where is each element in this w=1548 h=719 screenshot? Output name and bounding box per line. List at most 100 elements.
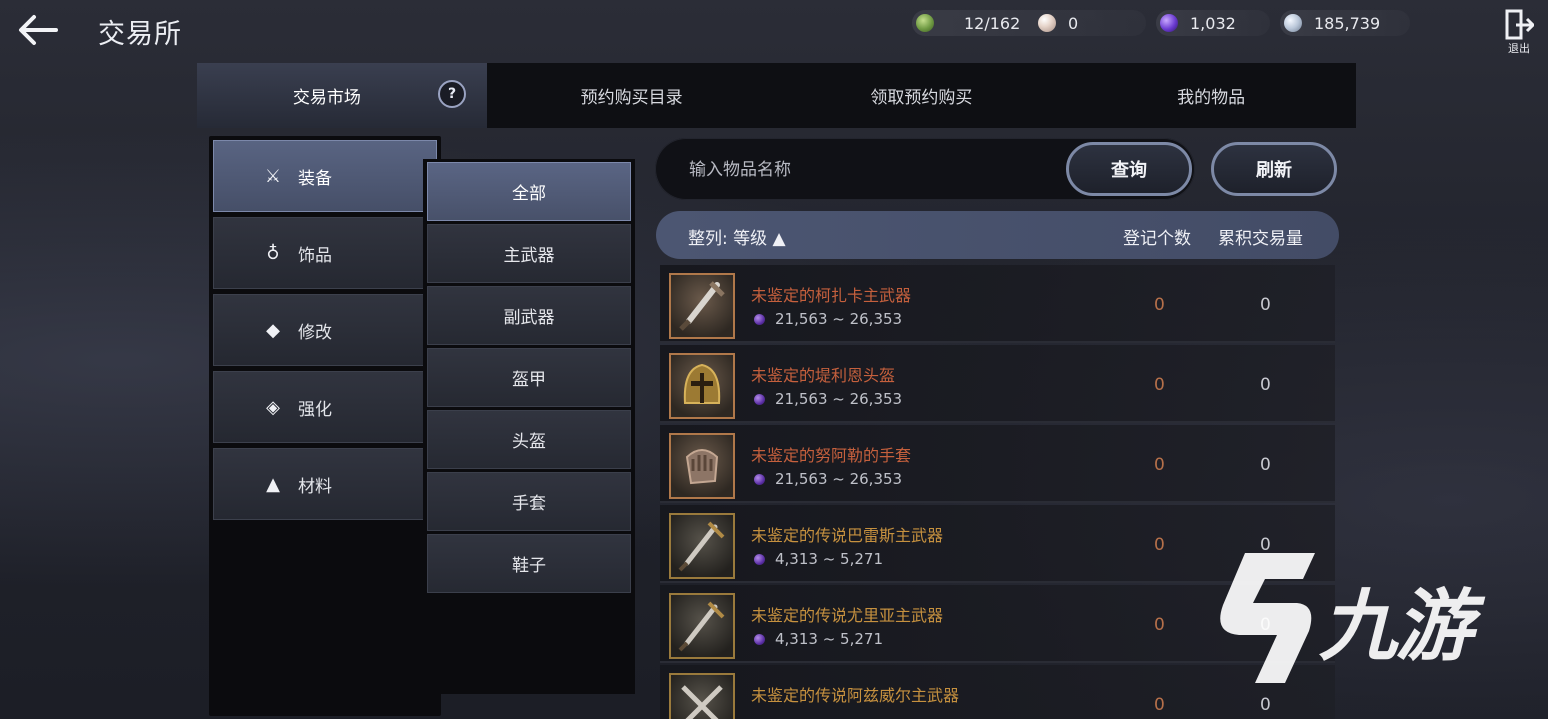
arrow-left-icon: [19, 15, 58, 45]
subcategory-helmet[interactable]: 头盔: [427, 410, 631, 469]
subcategory-sub-weapon[interactable]: 副武器: [427, 286, 631, 345]
category-label: 饰品: [298, 245, 332, 266]
purple-crystal-value: 1,032: [1190, 13, 1236, 33]
price-text: 4,313 ~ 5,271: [775, 630, 883, 648]
green-bag-icon: [916, 14, 934, 32]
price-text: 4,313 ~ 5,271: [775, 550, 883, 568]
subcategory-armor[interactable]: 盔甲: [427, 348, 631, 407]
subcategory-all[interactable]: 全部: [427, 162, 631, 221]
item-name: 未鉴定的传说巴雷斯主武器: [751, 526, 944, 545]
help-icon[interactable]: ?: [438, 80, 466, 108]
category-label: 装备: [298, 168, 332, 189]
dagger-icon: [669, 273, 735, 339]
category-label: 材料: [298, 476, 332, 497]
item-name: 未鉴定的努阿勒的手套: [751, 446, 912, 465]
refresh-button[interactable]: 刷新: [1211, 142, 1337, 196]
subcategory-shoes[interactable]: 鞋子: [427, 534, 631, 593]
registered-count: 0: [1154, 455, 1165, 475]
item-list: 未鉴定的柯扎卡主武器 21,563 ~ 26,353 0 0 未鉴定的堤利恩头盔…: [660, 265, 1335, 719]
trade-volume: 0: [1260, 375, 1271, 395]
tab-my-items[interactable]: 我的物品: [1066, 63, 1356, 128]
search-input[interactable]: [687, 154, 1051, 186]
pearl-counter[interactable]: 0: [1034, 10, 1146, 36]
purple-crystal-icon: [754, 633, 765, 645]
crossed-blades-icon: [669, 673, 735, 719]
pearl-icon: [1038, 14, 1056, 32]
item-name: 未鉴定的传说阿兹威尔主武器: [751, 686, 960, 705]
silver-coin-icon: [1284, 14, 1302, 32]
watermark-text: 九游: [1319, 582, 1473, 672]
price-text: 21,563 ~ 26,353: [775, 390, 903, 408]
gauntlet-icon: [669, 433, 735, 499]
trade-volume: 0: [1260, 535, 1271, 555]
trade-volume: 0: [1260, 295, 1271, 315]
capacity-value: 12/162: [964, 13, 1021, 33]
exit-door-icon: [1505, 9, 1534, 40]
category-enhance[interactable]: ◈ 强化: [213, 371, 437, 443]
registered-count: 0: [1154, 695, 1165, 715]
registered-count: 0: [1154, 535, 1165, 555]
subcategory-main-weapon[interactable]: 主武器: [427, 224, 631, 283]
dagger-icon: [669, 593, 735, 659]
sort-by-level[interactable]: 整列: 等级 ▲: [688, 224, 786, 249]
table-row[interactable]: 未鉴定的传说阿兹威尔主武器 0 0: [660, 665, 1335, 719]
trade-volume: 0: [1260, 695, 1271, 715]
purple-crystal-counter[interactable]: 1,032: [1156, 10, 1270, 36]
silver-counter[interactable]: 185,739: [1280, 10, 1410, 36]
category-label: 强化: [298, 399, 332, 420]
table-row[interactable]: 未鉴定的传说巴雷斯主武器 4,313 ~ 5,271 0 0: [660, 505, 1335, 583]
helmet-icon: [669, 353, 735, 419]
category-panel: ⚔ 装备 ♁ 饰品 ◆ 修改 ◈ 强化 ▲ 材料: [209, 136, 441, 716]
category-equipment[interactable]: ⚔ 装备: [213, 140, 437, 212]
purple-crystal-icon: [1160, 14, 1178, 32]
item-name: 未鉴定的堤利恩头盔: [751, 366, 896, 385]
exit-label: 退出: [1508, 42, 1530, 55]
registered-count: 0: [1154, 375, 1165, 395]
trading-house-screen: 交易所 12/162 0 1,032 185,739 退出 交易市场 ? 预约购…: [0, 0, 1548, 719]
column-registered-count[interactable]: 登记个数: [1123, 224, 1191, 249]
list-header: 整列: 等级 ▲ 登记个数 累积交易量: [656, 211, 1339, 259]
purple-crystal-icon: [754, 473, 765, 485]
price-text: 21,563 ~ 26,353: [775, 310, 903, 328]
silver-value: 185,739: [1314, 13, 1381, 33]
page-title: 交易所: [98, 19, 182, 50]
tab-label: 预约购买目录: [580, 88, 683, 108]
price-range: 21,563 ~ 26,353: [754, 470, 902, 488]
table-row[interactable]: 未鉴定的努阿勒的手套 21,563 ~ 26,353 0 0: [660, 425, 1335, 503]
enhance-icon: ◈: [266, 396, 280, 418]
price-range: 21,563 ~ 26,353: [754, 310, 902, 328]
main-tabs: 交易市场 ? 预约购买目录 领取预约购买 我的物品: [197, 63, 1356, 128]
category-accessories[interactable]: ♁ 饰品: [213, 217, 437, 289]
purple-crystal-icon: [754, 553, 765, 565]
price-range: 4,313 ~ 5,271: [754, 630, 883, 648]
tab-label: 交易市场: [292, 88, 361, 108]
medal-icon: ♁: [266, 242, 280, 264]
registered-count: 0: [1154, 615, 1165, 635]
potion-icon: ▲: [266, 473, 280, 495]
subcategory-gloves[interactable]: 手套: [427, 472, 631, 531]
table-row[interactable]: 未鉴定的堤利恩头盔 21,563 ~ 26,353 0 0: [660, 345, 1335, 423]
table-row[interactable]: 未鉴定的传说尤里亚主武器 4,313 ~ 5,271 0 0: [660, 585, 1335, 663]
price-text: 21,563 ~ 26,353: [775, 470, 903, 488]
tab-label: 我的物品: [1177, 88, 1246, 108]
subcategory-panel: 全部 主武器 副武器 盔甲 头盔 手套 鞋子: [423, 159, 635, 694]
tab-trading-market[interactable]: 交易市场 ?: [197, 63, 487, 128]
price-range: 4,313 ~ 5,271: [754, 550, 883, 568]
crossed-swords-icon: ⚔: [264, 165, 282, 187]
trade-volume: 0: [1260, 615, 1271, 635]
price-range: 21,563 ~ 26,353: [754, 390, 902, 408]
tab-claim-reservation[interactable]: 领取预约购买: [777, 63, 1067, 128]
tab-reservation-catalog[interactable]: 预约购买目录: [487, 63, 777, 128]
category-materials[interactable]: ▲ 材料: [213, 448, 437, 520]
exit-button[interactable]: 退出: [1499, 8, 1539, 60]
purple-crystal-icon: [754, 313, 765, 325]
gem-icon: ◆: [266, 319, 280, 341]
table-row[interactable]: 未鉴定的柯扎卡主武器 21,563 ~ 26,353 0 0: [660, 265, 1335, 343]
query-button[interactable]: 查询: [1066, 142, 1192, 196]
back-button[interactable]: [16, 12, 64, 48]
item-name: 未鉴定的柯扎卡主武器: [751, 286, 912, 305]
column-trade-volume[interactable]: 累积交易量: [1218, 224, 1303, 249]
category-modify[interactable]: ◆ 修改: [213, 294, 437, 366]
trade-volume: 0: [1260, 455, 1271, 475]
pearl-value: 0: [1068, 13, 1079, 33]
